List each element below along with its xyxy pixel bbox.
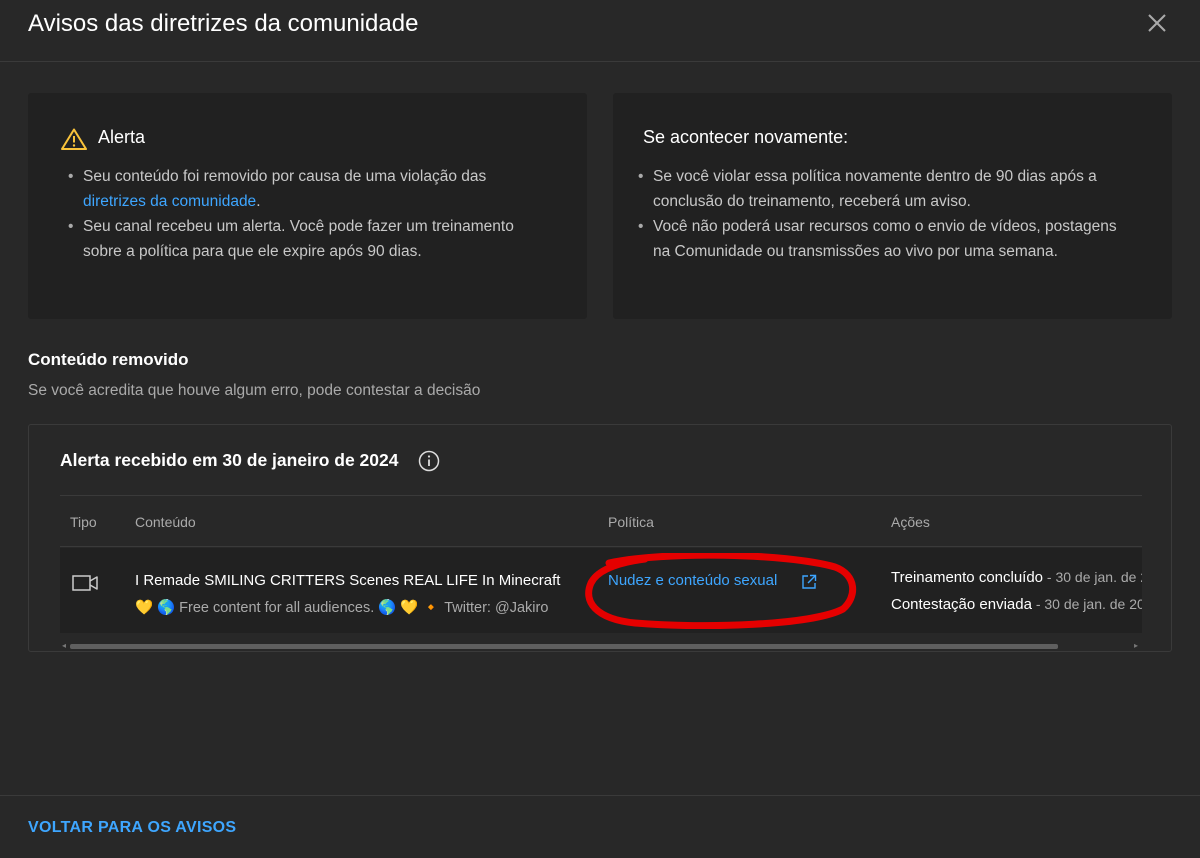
column-type: Tipo (70, 514, 97, 530)
table-header: Tipo Conteúdo Política Ações (60, 495, 1142, 547)
alert-bullet-1: Seu conteúdo foi removido por causa de u… (68, 164, 548, 214)
info-icon[interactable] (418, 450, 440, 472)
column-content: Conteúdo (135, 514, 196, 530)
repeat-bullet-1: Se você violar essa política novamente d… (638, 164, 1138, 214)
action-1-date: - 30 de jan. de 2024 (1046, 569, 1142, 585)
alert-bullet-list: Seu conteúdo foi removido por causa de u… (68, 164, 548, 264)
scroll-left-arrow-icon[interactable]: ◂ (62, 641, 66, 650)
policy-link[interactable]: Nudez e conteúdo sexual (608, 572, 777, 589)
alert-card-title: Alerta (98, 127, 146, 147)
video-description: 💛 🌎 Free content for all audiences. 🌎 💛 … (135, 600, 549, 616)
removed-content-subtitle: Se você acredita que houve algum erro, p… (28, 382, 481, 399)
video-camera-icon (72, 575, 98, 591)
strike-panel: Alerta recebido em 30 de janeiro de 2024… (28, 424, 1172, 652)
action-2-label: Contestação enviada (891, 596, 1032, 613)
alert-bullet-1-text: Seu conteúdo foi removido por causa de u… (83, 168, 487, 185)
scrollbar-thumb[interactable] (70, 644, 1058, 649)
strike-date-title: Alerta recebido em 30 de janeiro de 2024 (60, 450, 399, 470)
column-actions: Ações (891, 514, 930, 530)
back-to-warnings-button[interactable]: VOLTAR PARA OS AVISOS (28, 819, 236, 837)
alert-bullet-2: Seu canal recebeu um alerta. Você pode f… (68, 214, 548, 264)
column-policy: Política (608, 514, 654, 530)
dialog-header: Avisos das diretrizes da comunidade (0, 0, 1200, 62)
removed-content-title: Conteúdo removido (28, 350, 189, 369)
external-link-icon[interactable] (801, 574, 817, 590)
table-row: I Remade SMILING CRITTERS Scenes REAL LI… (60, 548, 1142, 633)
repeat-warning-card: Se acontecer novamente: Se você violar e… (613, 93, 1172, 319)
close-icon[interactable] (1143, 9, 1171, 37)
alert-bullet-1-end: . (256, 193, 261, 210)
dialog-title: Avisos das diretrizes da comunidade (28, 10, 419, 37)
repeat-bullet-list: Se você violar essa política novamente d… (638, 164, 1138, 264)
dialog-footer: VOLTAR PARA OS AVISOS (0, 795, 1200, 858)
action-appeal-submitted: Contestação enviada - 30 de jan. de 2024 (891, 596, 1142, 613)
repeat-card-title: Se acontecer novamente: (643, 127, 849, 147)
warning-icon (61, 128, 87, 150)
horizontal-scrollbar[interactable]: ◂ ▸ (60, 641, 1142, 651)
action-training-completed: Treinamento concluído - 30 de jan. de 20… (891, 569, 1142, 586)
action-1-label: Treinamento concluído (891, 569, 1044, 586)
alert-card: Alerta Seu conteúdo foi removido por cau… (28, 93, 587, 319)
scroll-right-arrow-icon[interactable]: ▸ (1134, 641, 1138, 650)
community-guidelines-link[interactable]: diretrizes da comunidade (83, 193, 256, 210)
video-title[interactable]: I Remade SMILING CRITTERS Scenes REAL LI… (135, 572, 585, 589)
action-2-date: - 30 de jan. de 2024 (1035, 596, 1142, 612)
repeat-bullet-2: Você não poderá usar recursos como o env… (638, 214, 1138, 264)
